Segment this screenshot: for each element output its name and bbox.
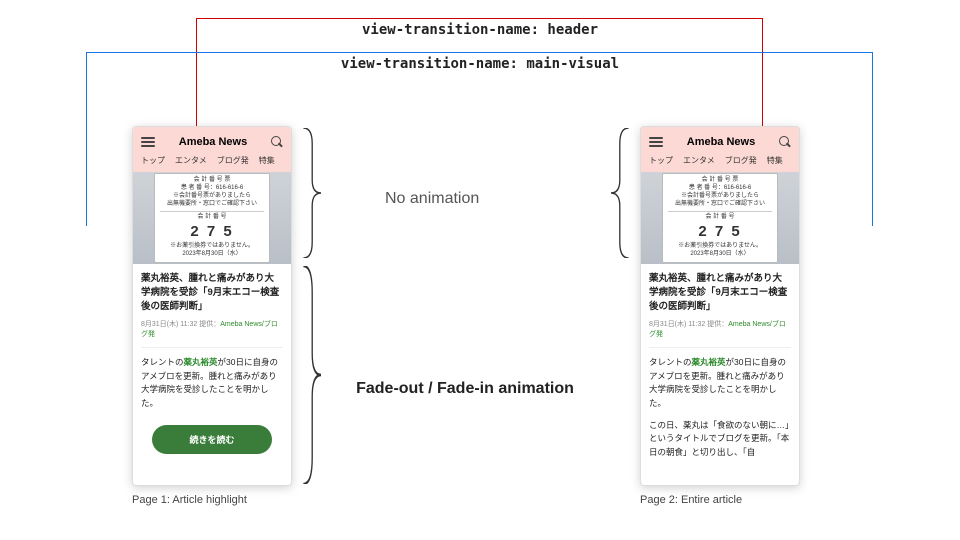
connector-blue: [86, 52, 87, 226]
annotation-no-animation: No animation: [385, 190, 479, 208]
main-visual: 会 計 番 号 票 患 者 番 号：616-616-6 ※会計番号票がありました…: [133, 172, 291, 264]
mock-header: Ameba News トップ エンタメ ブログ発 特集: [641, 127, 799, 172]
mock-header: Ameba News トップ エンタメ ブログ発 特集: [133, 127, 291, 172]
read-more-button[interactable]: 続きを読む: [152, 425, 272, 454]
article-body: 薬丸裕英、腫れと痛みがあり大学病院を受診「9月末エコー検査後の医師判断」 8月3…: [133, 264, 291, 464]
nav-tab[interactable]: 特集: [259, 155, 275, 166]
mockup-page-1: Ameba News トップ エンタメ ブログ発 特集 会 計 番 号 票 患 …: [132, 126, 292, 486]
caption-page-2: Page 2: Entire article: [640, 494, 742, 506]
mockup-page-2: Ameba News トップ エンタメ ブログ発 特集 会 計 番 号 票 患 …: [640, 126, 800, 486]
connector-red: [196, 18, 197, 136]
site-brand: Ameba News: [179, 136, 247, 148]
nav-tab[interactable]: 特集: [767, 155, 783, 166]
article-paragraph: この日、薬丸は「食欲のない朝に…」というタイトルでブログを更新。「本日の朝食」と…: [649, 419, 791, 460]
nav-tabs: トップ エンタメ ブログ発 特集: [647, 155, 793, 172]
nav-tab[interactable]: エンタメ: [175, 155, 207, 166]
search-icon[interactable]: [779, 136, 791, 148]
article-excerpt: タレントの薬丸裕英が30日に自身のアメブロを更新。腫れと痛みがあり大学病院を受診…: [141, 356, 283, 410]
code-label-main-visual: view-transition-name: main-visual: [341, 56, 619, 72]
annotation-fade: Fade-out / Fade-in animation: [345, 380, 585, 398]
connector-red: [762, 18, 763, 136]
article-headline: 薬丸裕英、腫れと痛みがあり大学病院を受診「9月末エコー検査後の医師判断」: [649, 272, 791, 313]
brace-icon: [299, 266, 321, 484]
site-brand: Ameba News: [687, 136, 755, 148]
nav-tab[interactable]: トップ: [649, 155, 673, 166]
caption-page-1: Page 1: Article highlight: [132, 494, 247, 506]
article-paragraph: タレントの薬丸裕英が30日に自身のアメブロを更新。腫れと痛みがあり大学病院を受診…: [649, 356, 791, 410]
nav-tabs: トップ エンタメ ブログ発 特集: [139, 155, 285, 172]
article-body: 薬丸裕英、腫れと痛みがあり大学病院を受診「9月末エコー検査後の医師判断」 8月3…: [641, 264, 799, 469]
article-meta: 8月31日(木) 11:32 提供：Ameba News/ブログ発: [141, 319, 283, 339]
search-icon[interactable]: [271, 136, 283, 148]
article-meta: 8月31日(木) 11:32 提供：Ameba News/ブログ発: [649, 319, 791, 339]
ticket-card: 会 計 番 号 票 患 者 番 号：616-616-6 ※会計番号票がありました…: [154, 173, 270, 262]
nav-tab[interactable]: エンタメ: [683, 155, 715, 166]
code-label-header: view-transition-name: header: [362, 22, 598, 38]
connector-blue: [872, 52, 873, 226]
connector-red: [196, 18, 763, 19]
hamburger-icon[interactable]: [649, 135, 663, 149]
hamburger-icon[interactable]: [141, 135, 155, 149]
ticket-card: 会 計 番 号 票 患 者 番 号：616-616-6 ※会計番号票がありました…: [662, 173, 778, 262]
connector-blue: [86, 52, 873, 53]
main-visual: 会 計 番 号 票 患 者 番 号：616-616-6 ※会計番号票がありました…: [641, 172, 799, 264]
nav-tab[interactable]: ブログ発: [217, 155, 249, 166]
brace-icon: [299, 128, 321, 258]
article-headline: 薬丸裕英、腫れと痛みがあり大学病院を受診「9月末エコー検査後の医師判断」: [141, 272, 283, 313]
brace-icon: [611, 128, 633, 258]
nav-tab[interactable]: トップ: [141, 155, 165, 166]
nav-tab[interactable]: ブログ発: [725, 155, 757, 166]
